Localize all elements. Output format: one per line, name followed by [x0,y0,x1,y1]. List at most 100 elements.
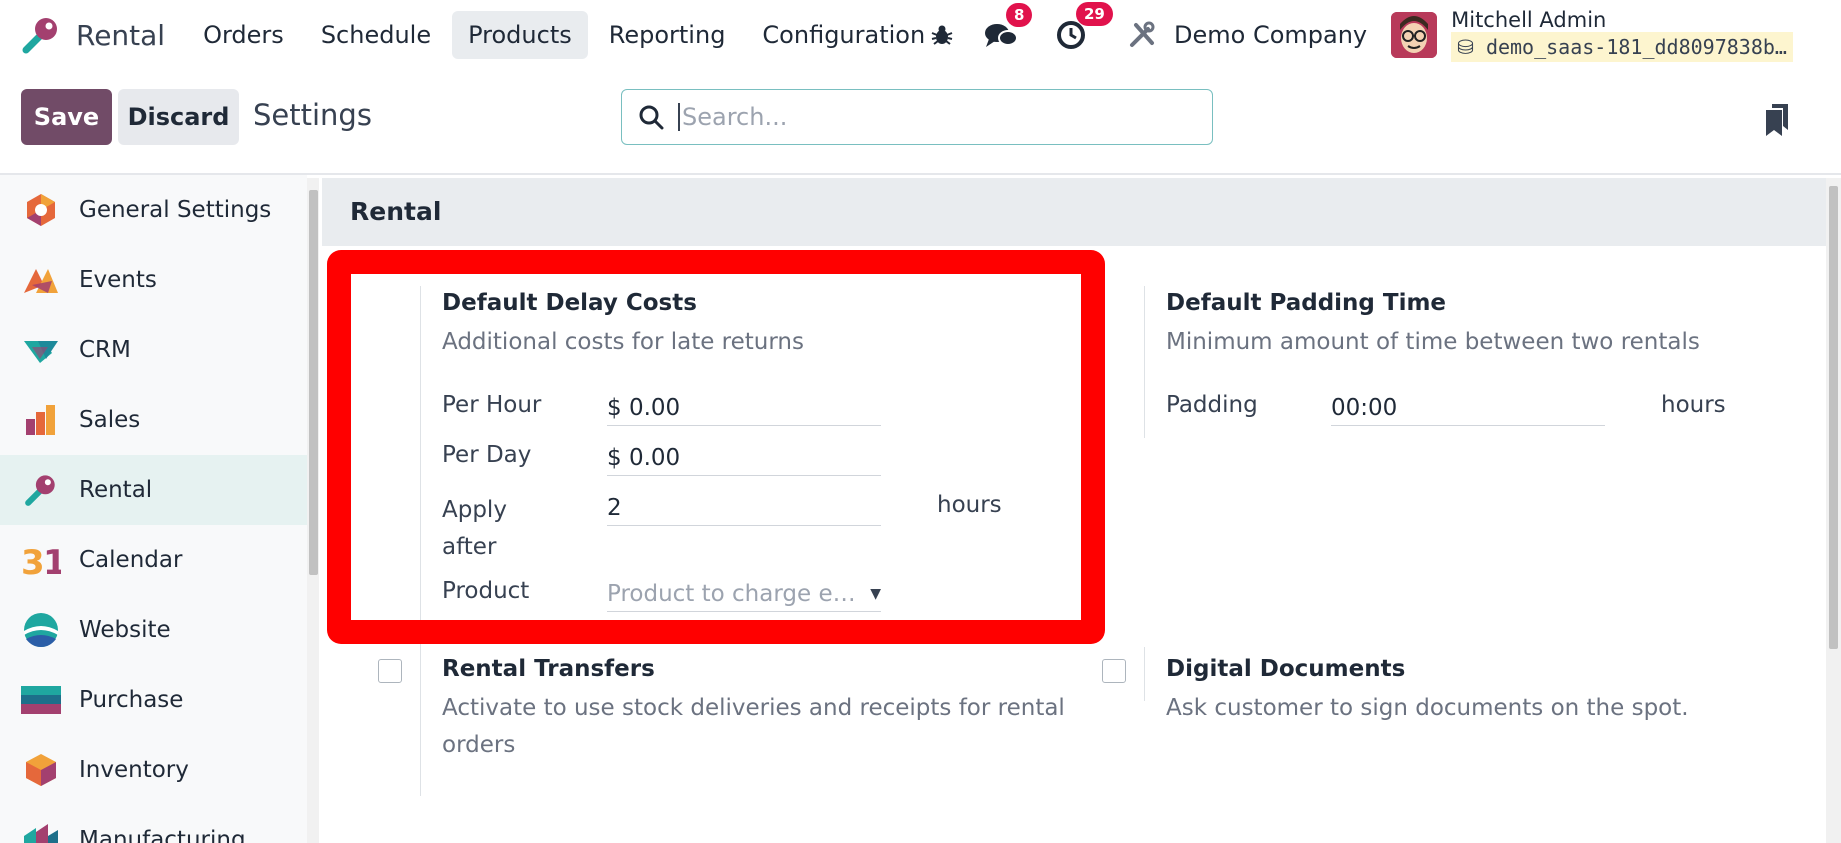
sidebar-item-label: Manufacturing [79,827,246,843]
app-brand[interactable]: Rental [20,0,165,70]
save-button[interactable]: Save [21,89,112,145]
settings-content: Rental Default Delay Costs Additional co… [322,175,1826,843]
rental-app-icon [22,18,57,54]
per-day-input[interactable]: $ 0.00 [607,440,881,476]
sidebar-item-label: General Settings [79,197,272,223]
debug-button[interactable] [930,23,954,47]
company-switcher[interactable]: Demo Company [1174,21,1367,49]
inventory-icon [21,750,61,790]
sidebar-item-label: Sales [79,407,141,433]
setting-description: Ask customer to sign documents on the sp… [1166,695,1689,721]
menu-configuration[interactable]: Configuration [746,11,941,59]
search-bar[interactable] [621,89,1213,145]
calendar-icon: 3 1 [21,540,61,580]
padding-label: Padding [1166,392,1258,418]
messages-button[interactable]: 8 [984,3,1033,49]
sidebar-item-label: Purchase [79,687,184,713]
caret-down-icon: ▼ [870,586,881,602]
per-hour-label: Per Hour [442,392,542,418]
app-name: Rental [76,18,166,52]
setting-description-line1: Activate to use stock deliveries and rec… [442,695,1065,721]
setting-description-line2: orders [442,732,516,758]
setting-title: Default Padding Time [1166,290,1447,316]
apply-after-label-line1: Apply [442,497,507,523]
apply-after-label-line2: after [442,534,497,560]
sidebar-item-calendar[interactable]: 3 1 Calendar [0,525,307,595]
search-icon [639,105,664,130]
discard-button[interactable]: Discard [118,89,239,145]
database-name: demo_saas-181_dd8097838b… [1485,35,1787,59]
sidebar-item-general-settings[interactable]: General Settings [0,175,307,245]
setting-description: Minimum amount of time between two renta… [1166,329,1700,355]
rental-transfers-checkbox[interactable] [378,659,402,683]
padding-input[interactable]: 00:00 [1331,390,1605,426]
sidebar-item-inventory[interactable]: Inventory [0,735,307,805]
menu-products[interactable]: Products [452,11,588,59]
sidebar-scrollbar-thumb[interactable] [309,190,318,575]
crm-icon [21,330,61,370]
control-panel: Save Discard Settings [0,70,1841,174]
bookmark-button[interactable] [1766,104,1790,140]
bookmark-icon [1766,104,1788,136]
purchase-icon [21,680,61,720]
messages-badge: 8 [1006,3,1033,27]
rental-icon [21,470,61,510]
sidebar-item-label: CRM [79,337,131,363]
per-hour-input[interactable]: $ 0.00 [607,390,881,426]
sidebar-item-label: Rental [79,477,153,503]
sidebar-item-label: Events [79,267,157,293]
user-menu[interactable]: Mitchell Admin ⛁ demo_saas-181_dd8097838… [1391,8,1793,62]
avatar [1391,12,1438,58]
general-settings-icon [21,190,61,230]
sidebar-item-label: Inventory [79,757,189,783]
menu-orders[interactable]: Orders [187,11,300,59]
padding-unit: hours [1661,392,1726,418]
activities-badge: 29 [1076,2,1113,26]
database-badge: ⛁ demo_saas-181_dd8097838b… [1451,32,1793,62]
section-title: Rental [322,178,1826,246]
setting-divider [420,286,421,796]
manufacturing-icon [21,820,61,843]
setting-delay-costs: Default Delay Costs Additional costs for… [442,290,1042,361]
sidebar-item-label: Calendar [79,547,183,573]
top-navbar: Rental Orders Schedule Products Reportin… [0,0,1841,70]
setting-divider [1144,286,1145,438]
database-icon: ⛁ [1457,35,1474,59]
settings-tools-button[interactable] [1128,21,1156,49]
setting-rental-transfers: Rental Transfers Activate to use stock d… [442,656,1082,764]
product-placeholder: Product to charge e… [607,581,856,607]
sidebar-item-rental[interactable]: Rental [0,455,307,525]
per-day-label: Per Day [442,442,532,468]
setting-divider [1144,647,1145,701]
tools-icon [1130,21,1155,47]
settings-sidebar: General Settings Events CRM Sales Rental… [0,175,307,843]
setting-title: Default Delay Costs [442,290,697,316]
main-menu: Orders Schedule Products Reporting Confi… [187,11,946,59]
sales-icon [21,400,61,440]
menu-reporting[interactable]: Reporting [593,11,742,59]
setting-padding-time: Default Padding Time Minimum amount of t… [1166,290,1786,361]
sidebar-item-manufacturing[interactable]: Manufacturing [0,805,307,843]
user-name: Mitchell Admin [1451,8,1607,32]
setting-description: Additional costs for late returns [442,329,804,355]
product-label: Product [442,578,530,604]
sidebar-item-label: Website [79,617,171,643]
product-select[interactable]: Product to charge e… ▼ [607,576,881,612]
menu-schedule[interactable]: Schedule [305,11,447,59]
page-title: Settings [253,98,372,132]
sidebar-item-purchase[interactable]: Purchase [0,665,307,735]
website-icon [21,610,61,650]
setting-title: Rental Transfers [442,656,655,682]
apply-after-label: Apply after [442,492,507,566]
digital-documents-checkbox[interactable] [1102,659,1126,683]
sidebar-item-website[interactable]: Website [0,595,307,665]
apply-after-input[interactable]: 2 [607,490,881,526]
bug-icon [931,25,953,45]
sidebar-item-events[interactable]: Events [0,245,307,315]
sidebar-item-sales[interactable]: Sales [0,385,307,455]
content-scrollbar-thumb[interactable] [1829,186,1838,649]
search-input[interactable] [678,103,1178,131]
activities-button[interactable]: 29 [1056,2,1113,50]
svg-text:1: 1 [43,543,61,578]
sidebar-item-crm[interactable]: CRM [0,315,307,385]
